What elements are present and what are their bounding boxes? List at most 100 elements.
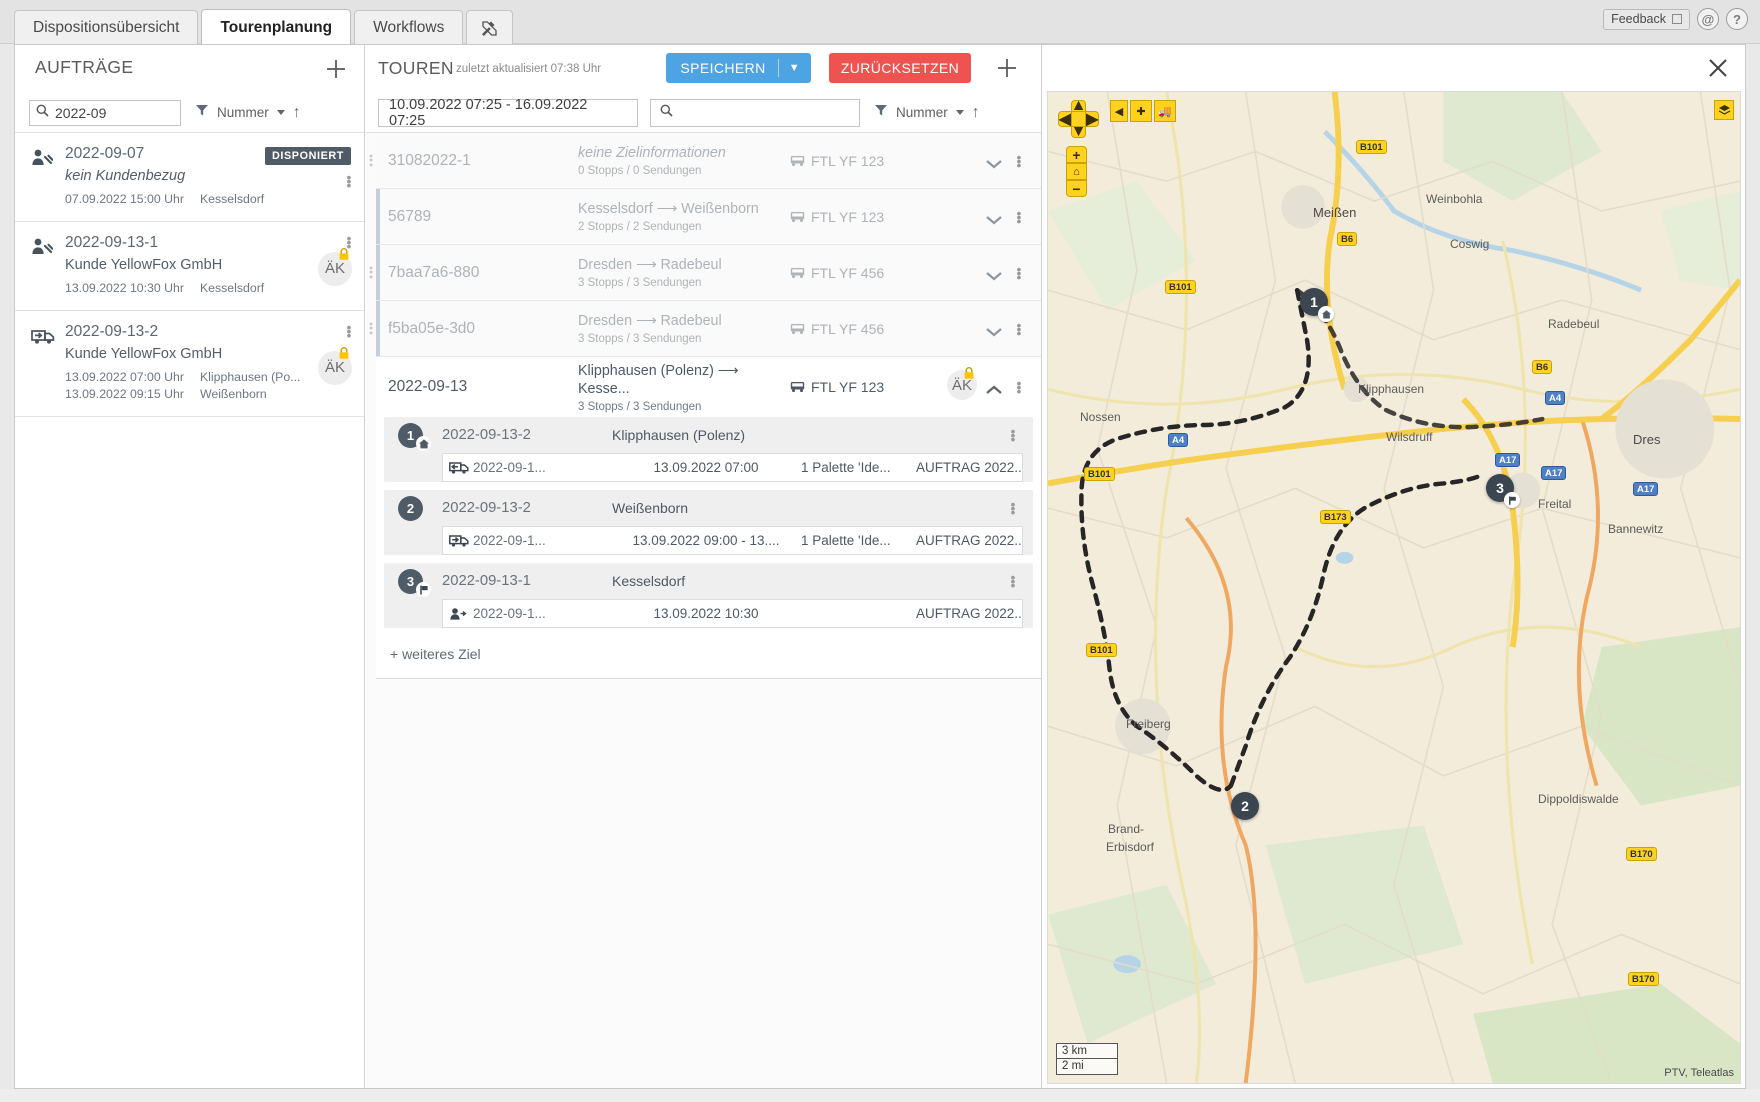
stop-block[interactable]: 3 2022-09-13-1 Kesselsdorf ••• 2022-09-1… xyxy=(384,563,1033,628)
order-meta: 13.09.2022 07:00 Uhr Klipphausen (Po... xyxy=(65,369,350,387)
topbar-actions: Feedback @ ? xyxy=(1603,8,1748,30)
tour-menu-button[interactable]: ••• xyxy=(1013,267,1025,279)
tab-label: Dispositionsübersicht xyxy=(33,19,179,37)
drag-handle[interactable]: ••• xyxy=(366,154,376,168)
table-row[interactable]: ••• 31082022-1 keine Zielinformationen 0… xyxy=(376,133,1041,189)
order-menu-button[interactable]: ••• xyxy=(342,175,356,187)
expand-chevron-icon[interactable] xyxy=(985,212,1003,222)
tour-menu-button[interactable]: ••• xyxy=(1013,155,1025,167)
close-icon[interactable] xyxy=(1707,57,1729,79)
stop-menu-button[interactable]: ••• xyxy=(1007,575,1019,587)
main-frame: AUFTRÄGE xyxy=(14,44,1746,1089)
scale-km: 3 km xyxy=(1056,1043,1118,1059)
account-button[interactable]: @ xyxy=(1697,8,1719,30)
tour-menu-button[interactable]: ••• xyxy=(1013,211,1025,223)
stop-header[interactable]: 1 2022-09-13-2 Klipphausen (Polenz) ••• xyxy=(384,417,1033,453)
stop-header[interactable]: 2 2022-09-13-2 Weißenborn ••• xyxy=(384,490,1033,526)
stop-order-number: 2022-09-13-1 xyxy=(442,573,612,589)
stop-block[interactable]: 2 2022-09-13-2 Weißenborn ••• 2022-09-1.… xyxy=(384,490,1033,555)
drag-handle[interactable]: ••• xyxy=(366,322,376,336)
list-item[interactable]: 2022-09-13-2 Kunde YellowFox GmbH 13.09.… xyxy=(15,311,364,418)
stop-header[interactable]: 3 2022-09-13-1 Kesselsdorf ••• xyxy=(384,563,1033,599)
stop-block[interactable]: 1 2022-09-13-2 Klipphausen (Polenz) ••• … xyxy=(384,417,1033,482)
tab-workflows[interactable]: Workflows xyxy=(354,10,463,45)
pan-center-icon[interactable] xyxy=(1071,111,1086,127)
add-order-button[interactable] xyxy=(322,55,350,83)
tour-route-label: Dresden ⟶ Radebeul xyxy=(578,313,722,329)
orders-sort-label[interactable]: Nummer xyxy=(217,105,269,120)
top-tab-bar: Dispositionsübersicht Tourenplanung Work… xyxy=(0,0,1760,44)
pan-right-icon[interactable]: ▶ xyxy=(1085,111,1099,127)
map-pin-label: 1 xyxy=(1310,294,1318,310)
measure-icon[interactable]: ✚ xyxy=(1130,100,1152,122)
sort-direction-icon[interactable]: ↑ xyxy=(293,105,301,121)
list-item[interactable]: 2022-09-07 kein Kundenbezug 07.09.2022 1… xyxy=(15,133,364,222)
add-target-link[interactable]: + weiteres Ziel xyxy=(376,636,1041,674)
tours-last-updated: zuletzt aktualisiert 07:38 Uhr xyxy=(456,63,601,75)
add-tour-button[interactable] xyxy=(993,54,1021,82)
chevron-down-icon[interactable] xyxy=(956,110,964,115)
order-menu-button[interactable]: ••• xyxy=(342,236,356,248)
tab-tools[interactable] xyxy=(466,10,513,45)
stop-order-number: 2022-09-13-2 xyxy=(442,500,612,516)
chevron-down-icon[interactable] xyxy=(277,110,285,115)
zoom-home-button[interactable]: ⌂ xyxy=(1066,163,1087,180)
flag-icon xyxy=(416,582,431,597)
collapse-panel-icon[interactable]: ◀ xyxy=(1110,100,1128,122)
order-menu-button[interactable]: ••• xyxy=(342,325,356,337)
tours-search-box[interactable] xyxy=(650,99,860,127)
collapse-chevron-icon[interactable] xyxy=(985,382,1003,392)
lock-icon xyxy=(338,347,350,360)
city-label: Meißen xyxy=(1313,205,1356,220)
list-item[interactable]: 2022-09-13-1 Kunde YellowFox GmbH 13.09.… xyxy=(15,222,364,311)
tour-menu-button[interactable]: ••• xyxy=(1013,323,1025,335)
zoom-out-button[interactable]: − xyxy=(1066,180,1087,197)
truck-tool-icon[interactable]: 🚚 xyxy=(1154,100,1176,122)
reset-button[interactable]: ZURÜCKSETZEN xyxy=(829,53,971,83)
feedback-button[interactable]: Feedback xyxy=(1603,9,1690,30)
zoom-in-button[interactable]: + xyxy=(1066,146,1087,163)
shipment-row[interactable]: 2022-09-1... 13.09.2022 10:30 AUFTRAG 20… xyxy=(442,599,1023,628)
pan-control[interactable]: ▲ ◀ ▶ ▼ xyxy=(1058,100,1098,142)
expand-chevron-icon[interactable] xyxy=(985,324,1003,334)
road-shield: B170 xyxy=(1626,847,1657,861)
table-row-selected[interactable]: 2022-09-13 Klipphausen (Polenz) ⟶ Kesse.… xyxy=(376,357,1041,417)
table-row[interactable]: 56789 Kesselsdorf ⟶ Weißenborn 2 Stopps … xyxy=(376,189,1041,245)
shipment-row[interactable]: 2022-09-1... 13.09.2022 09:00 - 13.... 1… xyxy=(442,526,1023,555)
table-row[interactable]: ••• 7baa7a6-880 Dresden ⟶ Radebeul 3 Sto… xyxy=(376,245,1041,301)
tour-vehicle-label: FTL YF 123 xyxy=(811,209,884,225)
tab-dispositionsuebersicht[interactable]: Dispositionsübersicht xyxy=(14,10,198,45)
shipment-row[interactable]: 2022-09-1... 13.09.2022 07:00 1 Palette … xyxy=(442,453,1023,482)
truck-unload-icon xyxy=(449,533,471,549)
save-button[interactable]: SPEICHERN ▼ xyxy=(666,53,811,83)
tour-menu-button[interactable]: ••• xyxy=(1013,381,1025,393)
expand-chevron-icon[interactable] xyxy=(985,268,1003,278)
layers-icon[interactable] xyxy=(1714,100,1734,120)
tours-search-input[interactable] xyxy=(678,104,848,122)
funnel-icon[interactable] xyxy=(195,103,209,122)
sort-direction-icon[interactable]: ↑ xyxy=(972,105,980,121)
road-shield: B101 xyxy=(1165,280,1196,294)
orders-search-box[interactable] xyxy=(29,100,181,126)
tab-tourenplanung[interactable]: Tourenplanung xyxy=(201,9,351,45)
map-canvas[interactable]: B101 B101 B6 B6 A4 A4 B101 A17 A17 A17 B… xyxy=(1047,91,1741,1084)
orders-search-input[interactable] xyxy=(53,104,163,122)
tours-sort-label[interactable]: Nummer xyxy=(896,105,948,120)
drag-handle[interactable]: ••• xyxy=(366,266,376,280)
expand-chevron-icon[interactable] xyxy=(985,156,1003,166)
map-pin-2[interactable]: 2 xyxy=(1231,792,1259,820)
table-row[interactable]: ••• f5ba05e-3d0 Dresden ⟶ Radebeul 3 Sto… xyxy=(376,301,1041,357)
bus-icon xyxy=(790,381,805,393)
stop-menu-button[interactable]: ••• xyxy=(1007,429,1019,441)
pan-down-icon[interactable]: ▼ xyxy=(1071,126,1086,138)
shipment-time: 13.09.2022 10:30 xyxy=(611,606,801,621)
help-button[interactable]: ? xyxy=(1726,8,1748,30)
funnel-icon[interactable] xyxy=(874,103,888,122)
search-icon xyxy=(660,104,673,122)
chevron-down-icon[interactable]: ▼ xyxy=(789,62,811,74)
order-place: Kesselsdorf xyxy=(200,191,264,209)
zoom-control[interactable]: + ⌂ − xyxy=(1066,146,1088,197)
date-range-input[interactable]: 10.09.2022 07:25 - 16.09.2022 07:25 xyxy=(378,99,638,127)
order-number: 2022-09-13-2 xyxy=(65,323,350,341)
stop-menu-button[interactable]: ••• xyxy=(1007,502,1019,514)
